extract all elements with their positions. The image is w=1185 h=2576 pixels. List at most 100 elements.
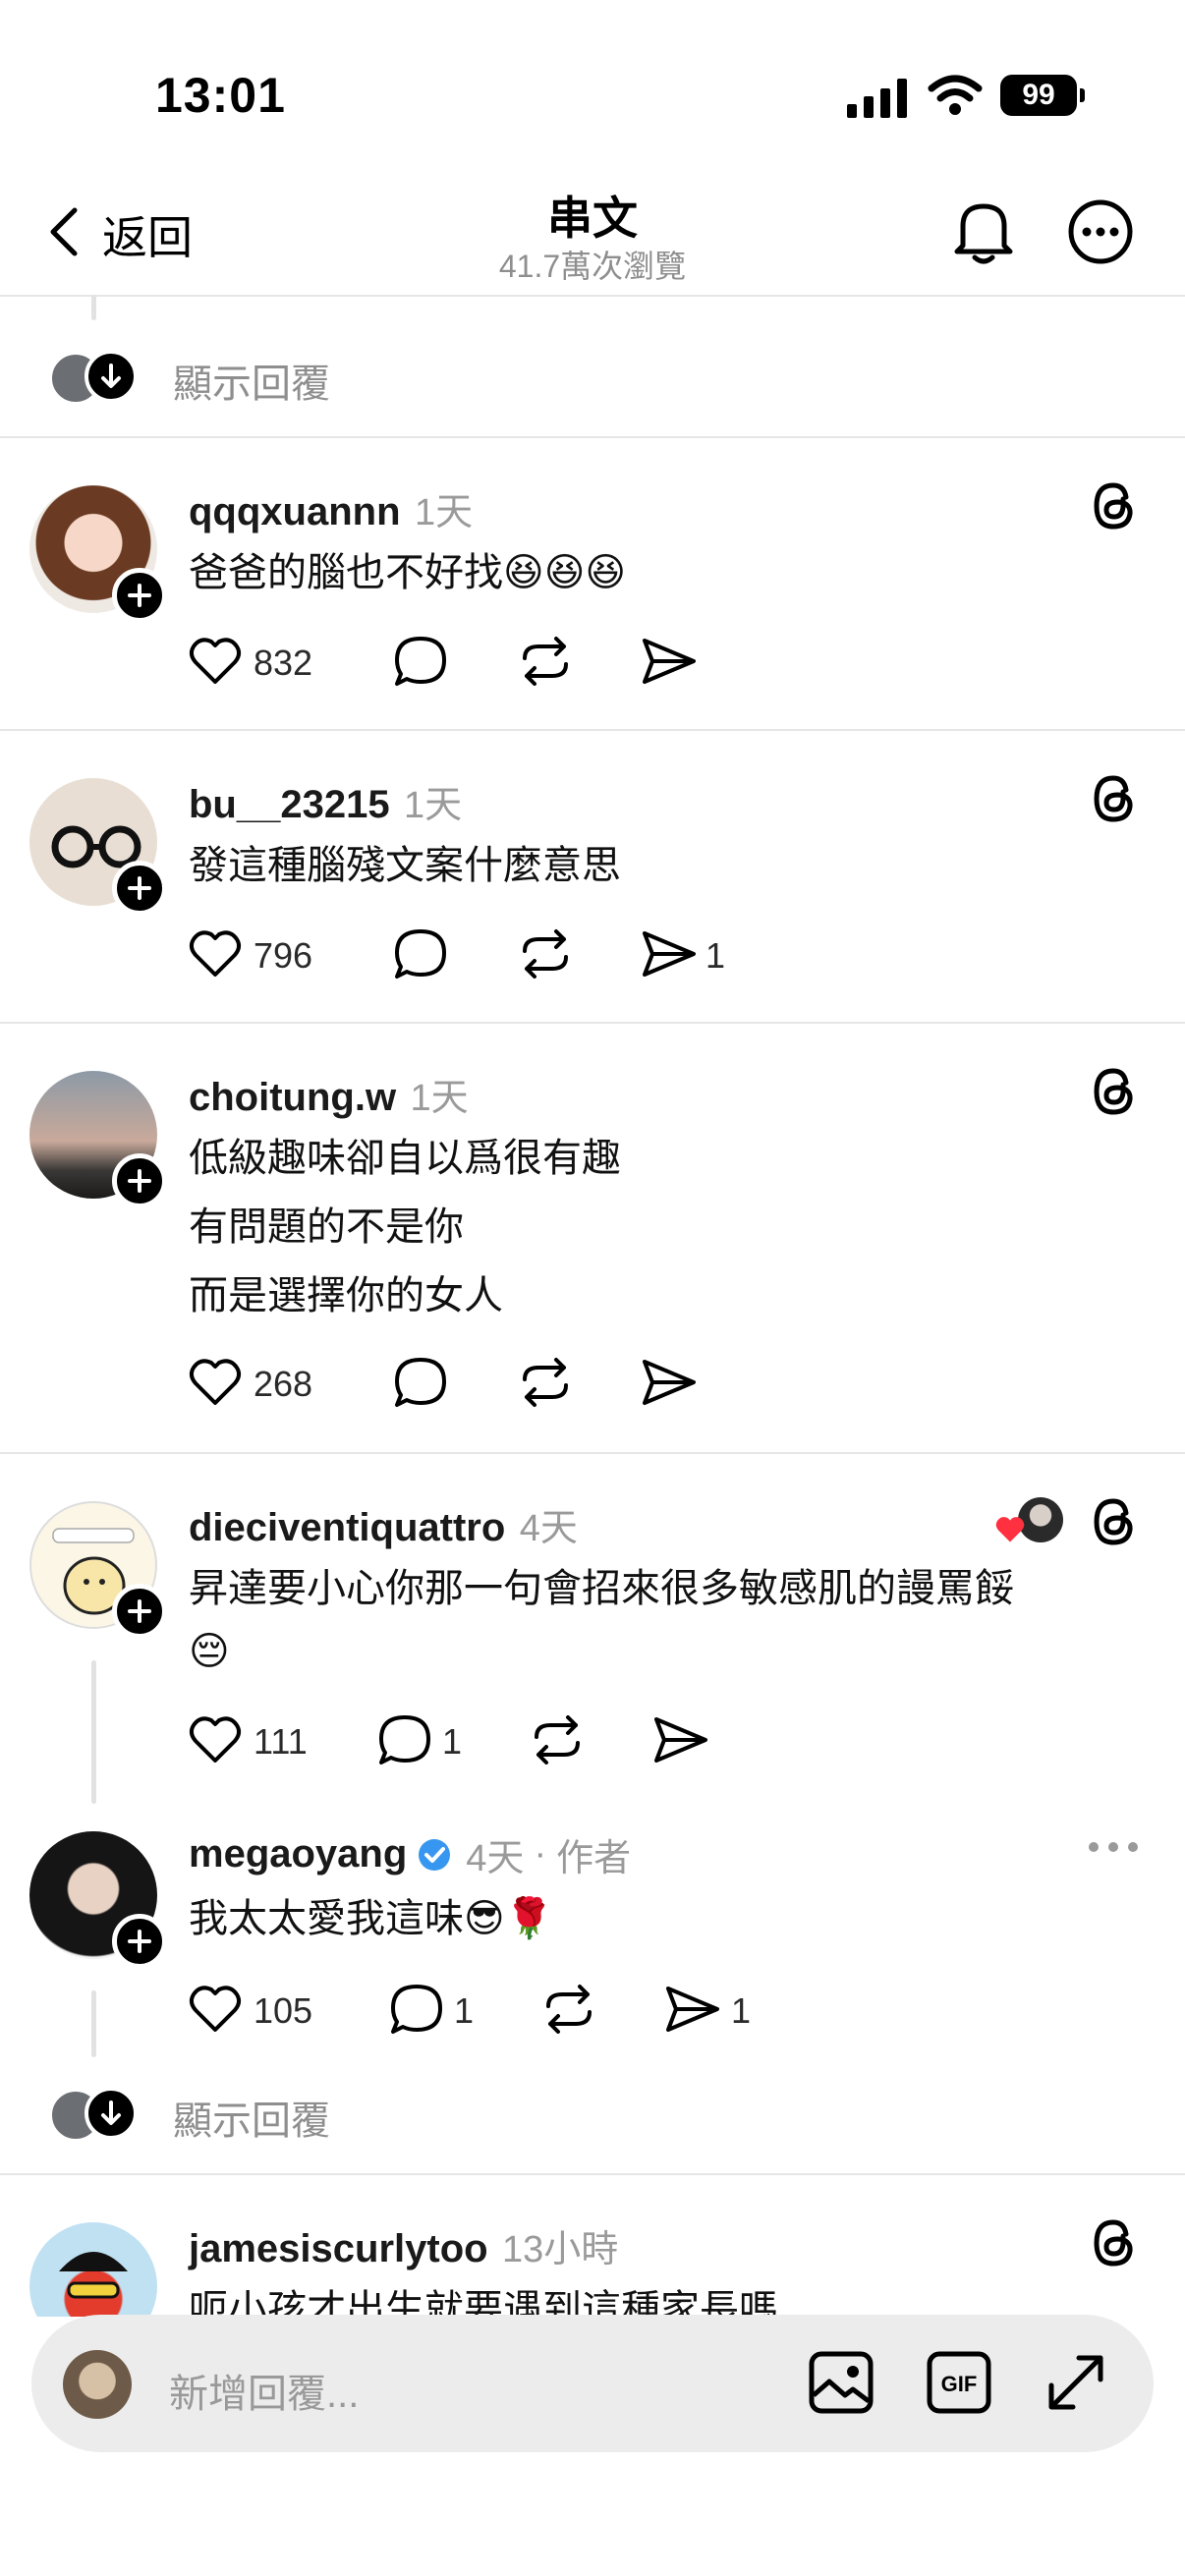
reply-count: 1 bbox=[454, 1990, 475, 2031]
author-tag: 作者 bbox=[556, 1838, 632, 1879]
signal-icon bbox=[847, 79, 908, 118]
like-button[interactable]: 111 bbox=[189, 1715, 346, 1766]
heart-icon bbox=[189, 1986, 242, 2032]
header-divider bbox=[0, 295, 1185, 297]
post-time: 1天 bbox=[410, 1078, 469, 1119]
comment-icon[interactable] bbox=[393, 635, 448, 688]
verified-badge-icon bbox=[417, 1837, 452, 1873]
like-button[interactable]: 105 bbox=[189, 1985, 346, 2036]
like-button[interactable]: 268 bbox=[189, 1358, 346, 1409]
post-text-line: 低級趣味卻自以爲很有趣 bbox=[189, 1137, 621, 1180]
username[interactable]: choitung.w bbox=[189, 1076, 396, 1119]
divider bbox=[0, 436, 1185, 438]
like-count: 832 bbox=[254, 643, 313, 683]
post-text-line: 呃小孩才出生就要遇到這種家長嗎 bbox=[189, 2288, 778, 2317]
share-count: 1 bbox=[705, 935, 726, 976]
expand-icon[interactable] bbox=[1044, 2350, 1108, 2415]
divider bbox=[0, 729, 1185, 731]
like-count: 111 bbox=[254, 1721, 308, 1762]
list-item: jamesiscurlytoo 13小時 呃小孩才出生就要遇到這種家長嗎 bbox=[0, 2173, 1185, 2317]
post-time: 1天 bbox=[414, 492, 474, 533]
post-text-line: 而是選擇你的女人 bbox=[189, 1274, 503, 1317]
threads-logo-icon[interactable] bbox=[1089, 772, 1138, 825]
follow-button[interactable] bbox=[112, 1584, 167, 1639]
post-time: 13小時 bbox=[502, 2229, 619, 2270]
username[interactable]: jamesiscurlytoo bbox=[189, 2227, 488, 2270]
gif-icon[interactable]: GIF bbox=[926, 2350, 992, 2415]
comment-icon bbox=[391, 1985, 442, 2034]
send-icon bbox=[666, 1987, 719, 2032]
username[interactable]: megaoyang bbox=[189, 1832, 407, 1876]
expand-down-icon bbox=[85, 350, 138, 403]
repost-icon[interactable] bbox=[540, 1983, 597, 2036]
post-text-line: 昇達要小心你那一句會招來很多敏感肌的謾罵餒 bbox=[189, 1567, 1014, 1610]
battery-indicator: 99 bbox=[1000, 75, 1085, 116]
more-options-button[interactable] bbox=[1067, 198, 1134, 265]
separator-dot: · bbox=[534, 1833, 547, 1875]
send-icon[interactable] bbox=[641, 929, 698, 979]
divider bbox=[0, 1022, 1185, 1024]
image-icon[interactable] bbox=[808, 2350, 875, 2415]
wifi-icon bbox=[928, 75, 983, 116]
username[interactable]: qqqxuannn bbox=[189, 490, 401, 533]
send-icon[interactable] bbox=[652, 1715, 709, 1764]
like-count: 796 bbox=[254, 935, 313, 976]
send-icon[interactable] bbox=[641, 637, 698, 686]
post-text-line: 我太太愛我這味😎🌹 bbox=[189, 1897, 554, 1940]
like-button[interactable]: 832 bbox=[189, 637, 346, 688]
show-replies-label[interactable]: 顯示回覆 bbox=[173, 2089, 330, 2146]
threads-logo-icon[interactable] bbox=[1089, 1495, 1138, 1548]
show-replies-top[interactable]: 顯示回覆 bbox=[49, 348, 373, 409]
share-count: 1 bbox=[731, 1990, 752, 2031]
heart-filled-icon bbox=[994, 1515, 1026, 1544]
divider bbox=[0, 1452, 1185, 1454]
reply-input[interactable]: 新增回覆... bbox=[169, 2362, 359, 2419]
username[interactable]: dieciventiquattro bbox=[189, 1506, 505, 1549]
post-text-line: 爸爸的腦也不好找😆😆😆 bbox=[189, 551, 627, 594]
follow-button[interactable] bbox=[112, 568, 167, 623]
repost-icon[interactable] bbox=[517, 1356, 574, 1409]
comment-icon[interactable] bbox=[393, 927, 448, 980]
threads-logo-icon[interactable] bbox=[1089, 479, 1138, 532]
avatar bbox=[63, 2350, 132, 2419]
heart-icon bbox=[189, 1359, 242, 1405]
liked-by-author-indicator bbox=[994, 1497, 1065, 1548]
follow-button[interactable] bbox=[112, 1914, 167, 1969]
like-count: 105 bbox=[254, 1990, 313, 2031]
heart-icon bbox=[189, 638, 242, 684]
expand-down-icon bbox=[85, 2087, 138, 2140]
post-time: 4天 bbox=[519, 1508, 578, 1549]
share-button[interactable]: 1 bbox=[664, 1985, 772, 2036]
avatar[interactable] bbox=[29, 2222, 157, 2317]
repost-icon[interactable] bbox=[517, 635, 574, 688]
follow-button[interactable] bbox=[112, 1153, 167, 1208]
more-horizontal-icon[interactable] bbox=[1087, 1839, 1140, 1855]
like-count: 268 bbox=[254, 1364, 313, 1404]
post-time: 1天 bbox=[404, 785, 463, 826]
heart-icon bbox=[189, 1716, 242, 1763]
thread-line bbox=[91, 1660, 96, 1804]
username[interactable]: bu__23215 bbox=[189, 783, 390, 826]
comment-icon[interactable] bbox=[393, 1356, 448, 1409]
bell-icon[interactable] bbox=[951, 196, 1016, 267]
post-time: 4天 bbox=[466, 1838, 525, 1879]
thread-line bbox=[91, 1990, 96, 2057]
show-replies-bottom[interactable]: 顯示回覆 bbox=[49, 2085, 373, 2146]
svg-text:GIF: GIF bbox=[941, 2372, 978, 2396]
show-replies-label[interactable]: 顯示回覆 bbox=[173, 352, 330, 409]
post-text-line: 發這種腦殘文案什麼意思 bbox=[189, 844, 621, 887]
threads-logo-icon[interactable] bbox=[1089, 2216, 1138, 2269]
like-button[interactable]: 796 bbox=[189, 929, 346, 980]
reply-button[interactable]: 1 bbox=[377, 1713, 485, 1766]
post-text-line: 😔 bbox=[189, 1630, 230, 1673]
repost-icon[interactable] bbox=[517, 927, 574, 980]
status-time: 13:01 bbox=[155, 68, 286, 123]
reply-button[interactable]: 1 bbox=[389, 1983, 497, 2036]
comment-icon bbox=[379, 1715, 430, 1764]
post-text-line: 有問題的不是你 bbox=[189, 1205, 464, 1249]
repost-icon[interactable] bbox=[529, 1713, 586, 1766]
send-icon[interactable] bbox=[641, 1358, 698, 1407]
threads-logo-icon[interactable] bbox=[1089, 1065, 1138, 1118]
thread-line bbox=[91, 295, 96, 320]
follow-button[interactable] bbox=[112, 861, 167, 916]
